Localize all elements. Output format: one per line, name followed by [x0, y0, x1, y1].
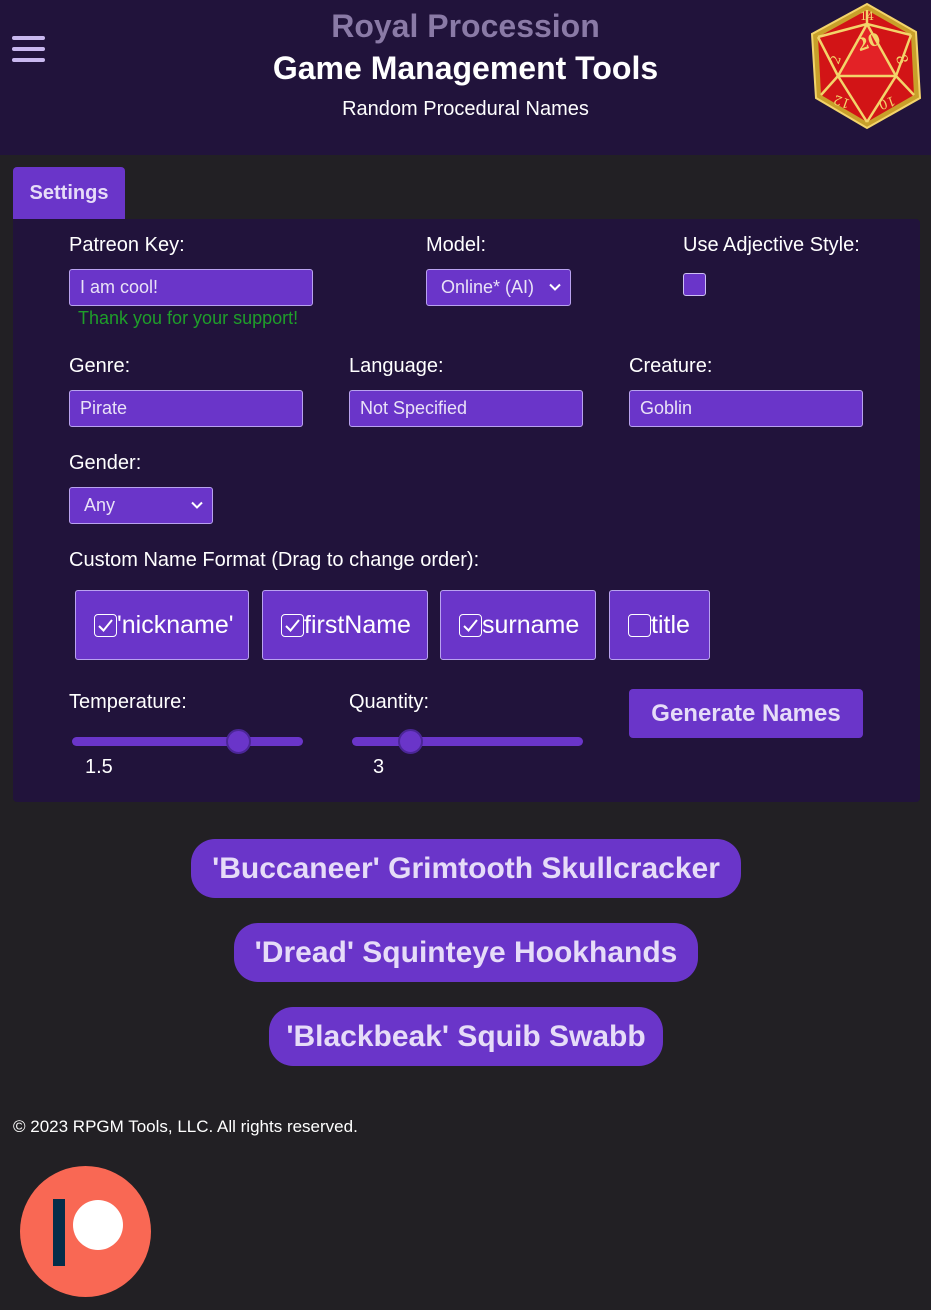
- quantity-slider-track: [352, 737, 583, 746]
- temperature-slider-track: [72, 737, 303, 746]
- language-input[interactable]: Not Specified: [349, 390, 583, 427]
- temperature-slider[interactable]: [72, 729, 303, 754]
- temperature-value: 1.5: [85, 756, 113, 778]
- title-checkbox[interactable]: [628, 613, 651, 637]
- format-chip-firstname[interactable]: firstName: [262, 590, 428, 660]
- checkmark-icon: [98, 618, 113, 632]
- tab-settings[interactable]: Settings: [13, 167, 125, 219]
- format-chip-surname[interactable]: surname: [440, 590, 596, 660]
- nickname-checkbox[interactable]: [94, 613, 117, 637]
- support-message: Thank you for your support!: [78, 308, 299, 328]
- result-name[interactable]: 'Dread' Squinteye Hookhands: [234, 923, 698, 982]
- model-select-value: Online* (AI): [441, 277, 535, 297]
- creature-label: Creature:: [629, 355, 713, 377]
- temperature-label: Temperature:: [69, 691, 187, 713]
- format-chip-label: 'nickname': [117, 610, 234, 639]
- format-chip-nickname[interactable]: 'nickname': [75, 590, 249, 660]
- quantity-value: 3: [373, 756, 385, 778]
- name-format-label: Custom Name Format (Drag to change order…: [69, 549, 480, 571]
- checkmark-icon: [463, 618, 478, 632]
- chevron-down-icon: [191, 501, 203, 509]
- d20-dice-icon: 20 14 8 2 10 12: [810, 2, 922, 130]
- genre-label: Genre:: [69, 355, 131, 377]
- gender-label: Gender:: [69, 452, 142, 474]
- firstname-checkbox[interactable]: [281, 613, 304, 637]
- quantity-slider-thumb[interactable]: [397, 729, 423, 754]
- svg-text:14: 14: [860, 10, 874, 23]
- copyright-text: © 2023 RPGM Tools, LLC. All rights reser…: [13, 1117, 358, 1136]
- page-subtitle: Random Procedural Names: [342, 98, 589, 120]
- language-label: Language:: [349, 355, 444, 377]
- result-name[interactable]: 'Buccaneer' Grimtooth Skullcracker: [191, 839, 741, 898]
- brand-name: Royal Procession: [331, 8, 600, 44]
- format-chip-title[interactable]: title: [609, 590, 710, 660]
- patreon-key-label: Patreon Key:: [69, 234, 185, 256]
- quantity-label: Quantity:: [349, 691, 430, 713]
- quantity-slider[interactable]: [352, 729, 583, 754]
- genre-input[interactable]: Pirate: [69, 390, 303, 427]
- patreon-icon[interactable]: [20, 1166, 151, 1297]
- temperature-slider-thumb[interactable]: [226, 729, 252, 754]
- generate-names-button[interactable]: Generate Names: [629, 689, 863, 738]
- surname-checkbox[interactable]: [459, 613, 482, 637]
- patreon-key-input[interactable]: I am cool!: [69, 269, 313, 306]
- checkmark-icon: [285, 618, 300, 632]
- adjective-style-label: Use Adjective Style:: [683, 234, 860, 256]
- format-chip-label: firstName: [304, 610, 411, 639]
- gender-select[interactable]: Any: [69, 487, 213, 524]
- header: Royal Procession Game Management Tools R…: [0, 0, 931, 155]
- model-label: Model:: [426, 234, 487, 256]
- page-title: Game Management Tools: [272, 50, 659, 86]
- creature-input[interactable]: Goblin: [629, 390, 863, 427]
- model-select[interactable]: Online* (AI): [426, 269, 571, 306]
- chevron-down-icon: [549, 283, 561, 291]
- gender-select-value: Any: [84, 495, 116, 515]
- adjective-style-checkbox[interactable]: [683, 273, 706, 296]
- result-name[interactable]: 'Blackbeak' Squib Swabb: [269, 1007, 663, 1066]
- format-chip-label: title: [651, 610, 690, 639]
- format-chip-label: surname: [482, 610, 580, 639]
